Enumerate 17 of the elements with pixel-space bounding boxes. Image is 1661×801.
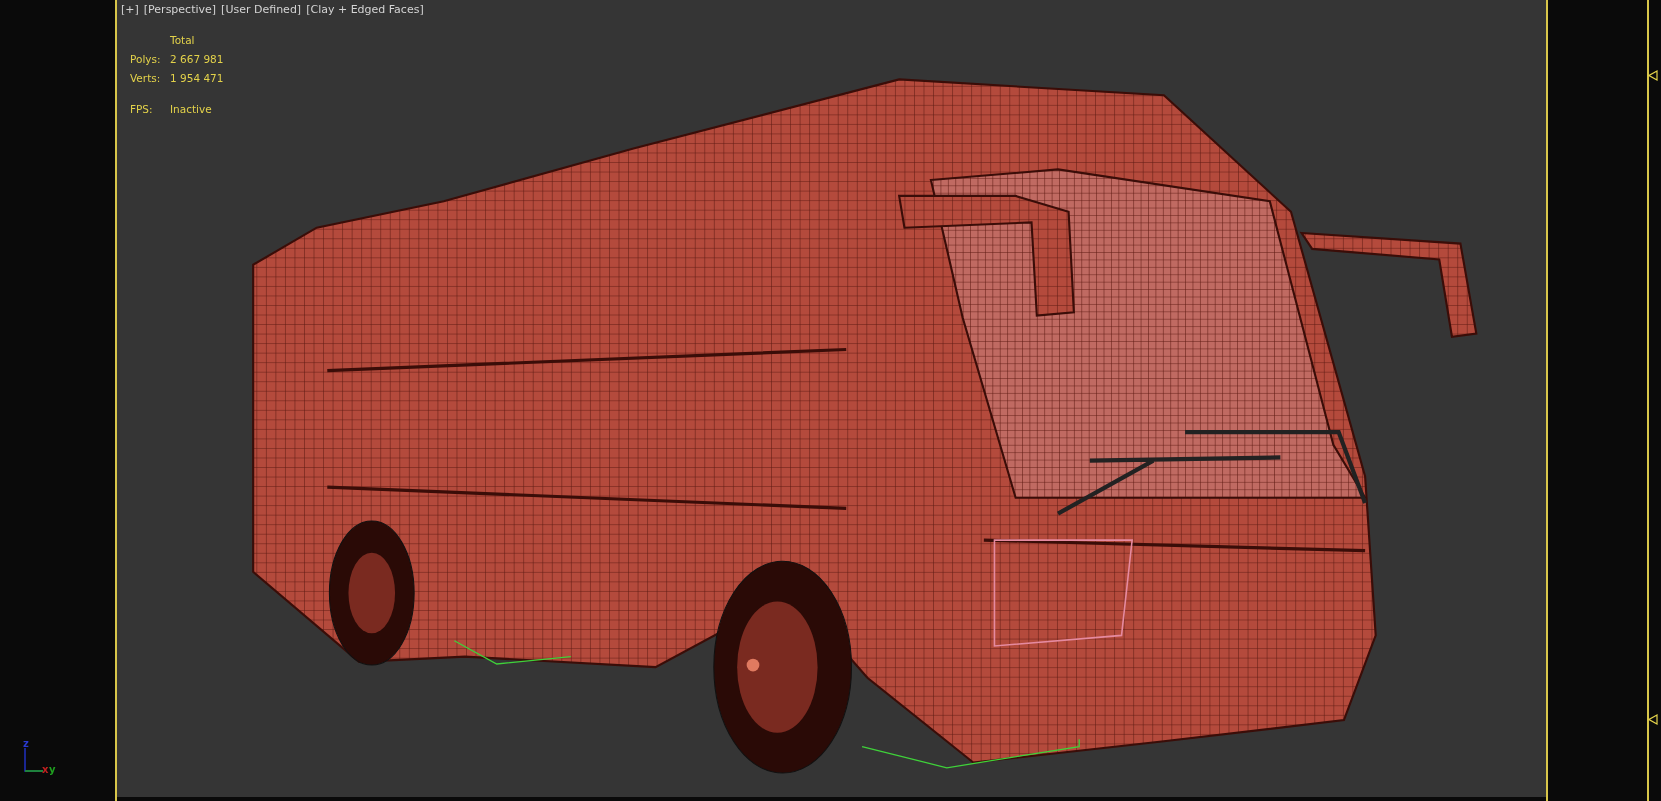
stat-value: 2 667 981 [170, 51, 224, 67]
axis-label: y [49, 763, 56, 777]
marker-triangle-icon[interactable] [1648, 714, 1658, 725]
viewport-menu-label[interactable]: [User Defined] [221, 2, 302, 19]
stat-value: 1 954 471 [170, 70, 224, 86]
axis-label: x [42, 763, 49, 777]
stat-value: Inactive [170, 102, 213, 118]
axis-label: z [23, 737, 29, 751]
stat-label: FPS: [130, 102, 154, 118]
stat-label: Verts: [130, 70, 162, 86]
stat-label: Polys: [130, 51, 162, 67]
viewport-menu-label[interactable]: [Clay + Edged Faces] [306, 2, 424, 19]
viewport-menu-label[interactable]: [+] [121, 2, 139, 19]
stats-header: Total [170, 33, 196, 48]
viewport-menu-label[interactable]: [Perspective] [143, 2, 217, 19]
marker-triangle-icon[interactable] [1648, 70, 1658, 81]
axis-gizmo-icon [24, 748, 44, 772]
